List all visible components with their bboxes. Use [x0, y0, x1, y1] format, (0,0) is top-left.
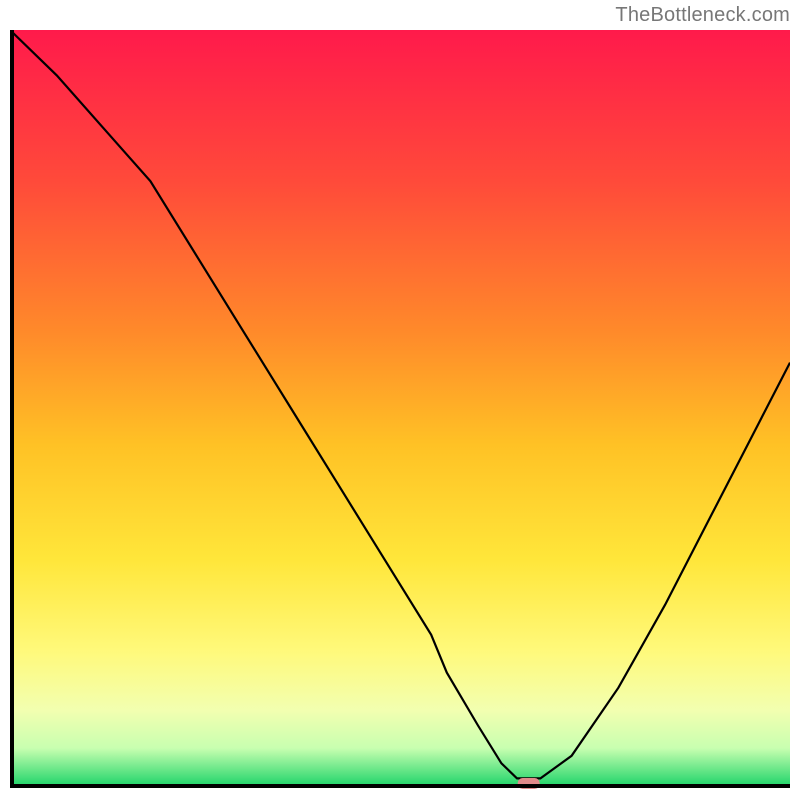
chart-svg-root: [10, 30, 790, 790]
bottleneck-chart: [10, 30, 790, 790]
watermark-label: TheBottleneck.com: [615, 4, 790, 27]
plot-background: [10, 30, 790, 786]
